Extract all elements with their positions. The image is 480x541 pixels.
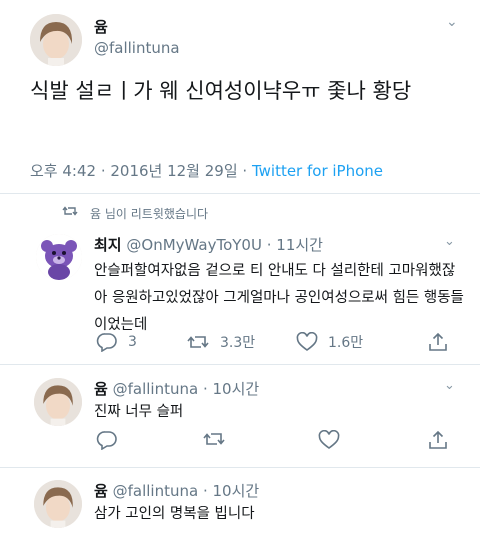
tweet-text: 진짜 너무 슬퍼	[94, 404, 184, 420]
reply-icon	[96, 333, 117, 352]
display-name[interactable]: 윰	[94, 482, 108, 500]
retweet-count: 3.3만	[220, 335, 256, 351]
avatar[interactable]	[30, 14, 82, 66]
tweet-actions: 3 3.3만 1.6만	[94, 332, 454, 356]
reply-button[interactable]: 3	[96, 332, 137, 352]
avatar[interactable]	[36, 234, 82, 280]
share-icon	[429, 430, 447, 449]
main-tweet: 윰 @fallintuna ⌄ 식발 설ㄹㅣ가 웨 신여성이냑우ㅠ 좇나 황당 …	[0, 0, 480, 196]
chevron-down-icon[interactable]: ⌄	[444, 378, 455, 393]
retweet-button[interactable]	[202, 430, 226, 448]
tweet-text: 안슬퍼할여자없음 겉으로 티 안내도 다 설리한테 고마워했잖아 응원하고있었잖…	[94, 263, 464, 333]
like-icon	[318, 430, 340, 449]
chevron-down-icon[interactable]: ⌄	[446, 14, 458, 30]
like-button[interactable]: 1.6만	[296, 332, 363, 352]
handle[interactable]: @fallintuna	[94, 39, 180, 57]
tweet-text: 삼가 고인의 명복을 빕니다	[94, 506, 255, 522]
divider	[0, 467, 480, 468]
like-button[interactable]	[318, 430, 340, 450]
retweet-note-text: 윰 님이 리트윗했습니다	[90, 207, 209, 221]
reply-icon	[96, 431, 117, 450]
handle[interactable]: @fallintuna	[113, 380, 199, 398]
avatar[interactable]	[34, 480, 82, 528]
avatar[interactable]	[34, 378, 82, 426]
tweet-time: · 11시간	[266, 236, 323, 254]
like-icon	[296, 332, 318, 351]
retweet-icon	[203, 433, 225, 445]
display-name[interactable]: 윰	[94, 380, 108, 398]
tweet-metadata: 오후 4:42 · 2016년 12월 29일 · Twitter for iP…	[30, 160, 383, 181]
display-name[interactable]: 최지	[94, 236, 122, 254]
share-icon	[429, 332, 447, 351]
like-count: 1.6만	[328, 335, 364, 351]
tweet-header: 윰 @fallintuna · 10시간	[94, 480, 259, 501]
tweet-time: · 10시간	[202, 380, 260, 398]
tweet-text: 식발 설ㄹㅣ가 웨 신여성이냑우ㅠ 좇나 황당	[30, 79, 412, 103]
retweet-icon	[62, 204, 78, 222]
tweet-header: 윰 @fallintuna · 10시간	[94, 378, 259, 399]
retweet-icon	[187, 336, 209, 348]
retweet-button[interactable]: 3.3만	[186, 332, 255, 352]
reply-count: 3	[128, 334, 137, 350]
reply-button[interactable]	[96, 430, 118, 450]
display-name[interactable]: 윰	[94, 16, 108, 37]
handle[interactable]: @fallintuna	[113, 482, 199, 500]
tweet-time: · 10시간	[202, 482, 260, 500]
divider	[0, 364, 480, 365]
timestamp: 오후 4:42 · 2016년 12월 29일 ·	[30, 162, 252, 180]
handle[interactable]: @OnMyWayToY0U	[126, 236, 262, 254]
share-button[interactable]	[428, 332, 448, 352]
source-link[interactable]: Twitter for iPhone	[252, 162, 383, 180]
divider	[0, 193, 480, 194]
share-button[interactable]	[428, 430, 448, 450]
chevron-down-icon[interactable]: ⌄	[444, 234, 455, 249]
tweet-header: 최지 @OnMyWayToY0U · 11시간	[94, 234, 323, 255]
tweet-actions	[94, 430, 454, 454]
